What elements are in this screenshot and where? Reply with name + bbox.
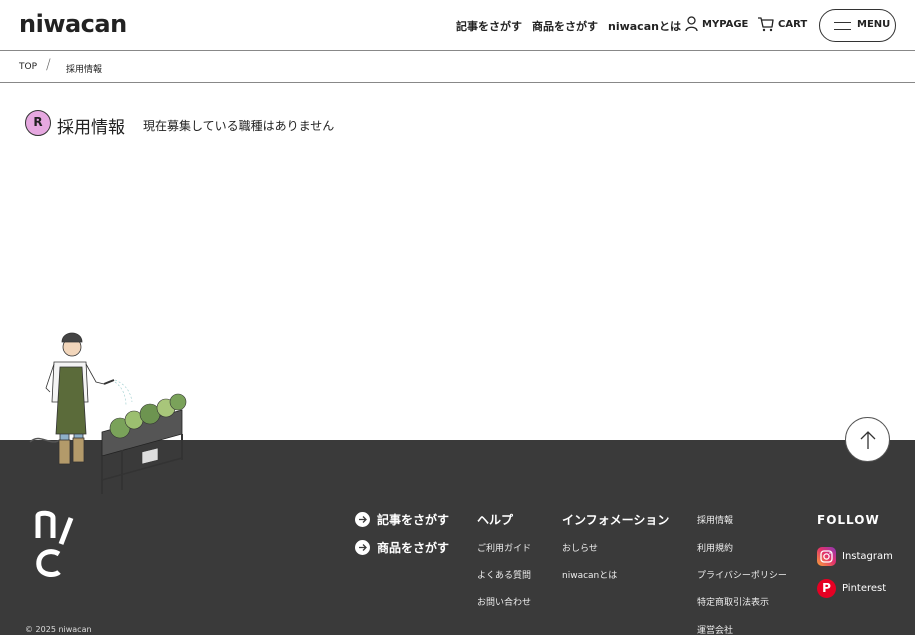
arrow-right-icon <box>355 511 370 527</box>
breadcrumb-current: 採用情報 <box>66 65 103 75</box>
footer-search-products-label: 商品をさがす <box>377 540 450 555</box>
footer-link-about[interactable]: niwacanとは <box>562 568 617 581</box>
nav-cart[interactable]: CART <box>778 19 807 30</box>
hamburger-icon <box>834 22 851 30</box>
footer-link-news[interactable]: おしらせ <box>562 541 598 554</box>
breadcrumb-separator: / <box>46 57 51 73</box>
footer-link-faq[interactable]: よくある質問 <box>477 568 531 581</box>
pinterest-icon: P <box>817 578 836 598</box>
footer-link-terms[interactable]: 利用規約 <box>697 541 733 554</box>
menu-button[interactable]: MENU <box>819 9 896 42</box>
footer-search-articles-label: 記事をさがす <box>377 512 450 527</box>
pinterest-label: Pinterest <box>842 582 887 594</box>
footer-help-heading: ヘルプ <box>477 513 514 527</box>
scroll-top-button[interactable] <box>845 417 890 462</box>
breadcrumb: TOP / 採用情報 <box>0 51 915 83</box>
arrow-right-icon <box>355 539 370 555</box>
gardener-illustration <box>29 332 187 494</box>
breadcrumb-top[interactable]: TOP <box>19 62 37 72</box>
pinterest-link[interactable]: P Pinterest <box>817 578 886 598</box>
footer-link-careers[interactable]: 採用情報 <box>697 513 733 526</box>
instagram-link[interactable]: Instagram <box>817 546 893 566</box>
footer-link-commerce-law[interactable]: 特定商取引法表示 <box>697 595 769 608</box>
copyright: © 2025 niwacan <box>25 625 92 634</box>
footer-link-guide[interactable]: ご利用ガイド <box>477 541 531 554</box>
nav-about[interactable]: niwacanとは <box>608 18 681 34</box>
footer-search-articles[interactable]: 記事をさがす <box>355 511 449 527</box>
cart-icon[interactable] <box>757 16 774 32</box>
section-badge: R <box>25 110 51 136</box>
page-title: 採用情報 <box>57 118 125 138</box>
site-logo[interactable]: niwacan <box>19 10 127 38</box>
nav-search-articles[interactable]: 記事をさがす <box>456 18 522 34</box>
footer-logo[interactable] <box>33 510 83 580</box>
no-openings-notice: 現在募集している職種はありません <box>143 119 335 133</box>
user-icon[interactable] <box>685 16 698 32</box>
nav-mypage[interactable]: MYPAGE <box>702 19 748 30</box>
footer-link-contact[interactable]: お問い合わせ <box>477 595 531 608</box>
footer-search-products[interactable]: 商品をさがす <box>355 539 449 555</box>
footer-link-company[interactable]: 運営会社 <box>697 623 733 635</box>
follow-heading: FOLLOW <box>817 513 880 527</box>
footer-link-privacy[interactable]: プライバシーポリシー <box>697 568 787 581</box>
menu-label: MENU <box>857 19 891 30</box>
site-header: niwacan 記事をさがす 商品をさがす niwacanとは MYPAGE C… <box>0 0 915 51</box>
nav-search-products[interactable]: 商品をさがす <box>532 18 598 34</box>
footer-info-heading: インフォメーション <box>562 513 670 527</box>
instagram-icon <box>817 546 836 566</box>
arrow-up-icon <box>860 431 876 449</box>
instagram-label: Instagram <box>842 550 893 562</box>
